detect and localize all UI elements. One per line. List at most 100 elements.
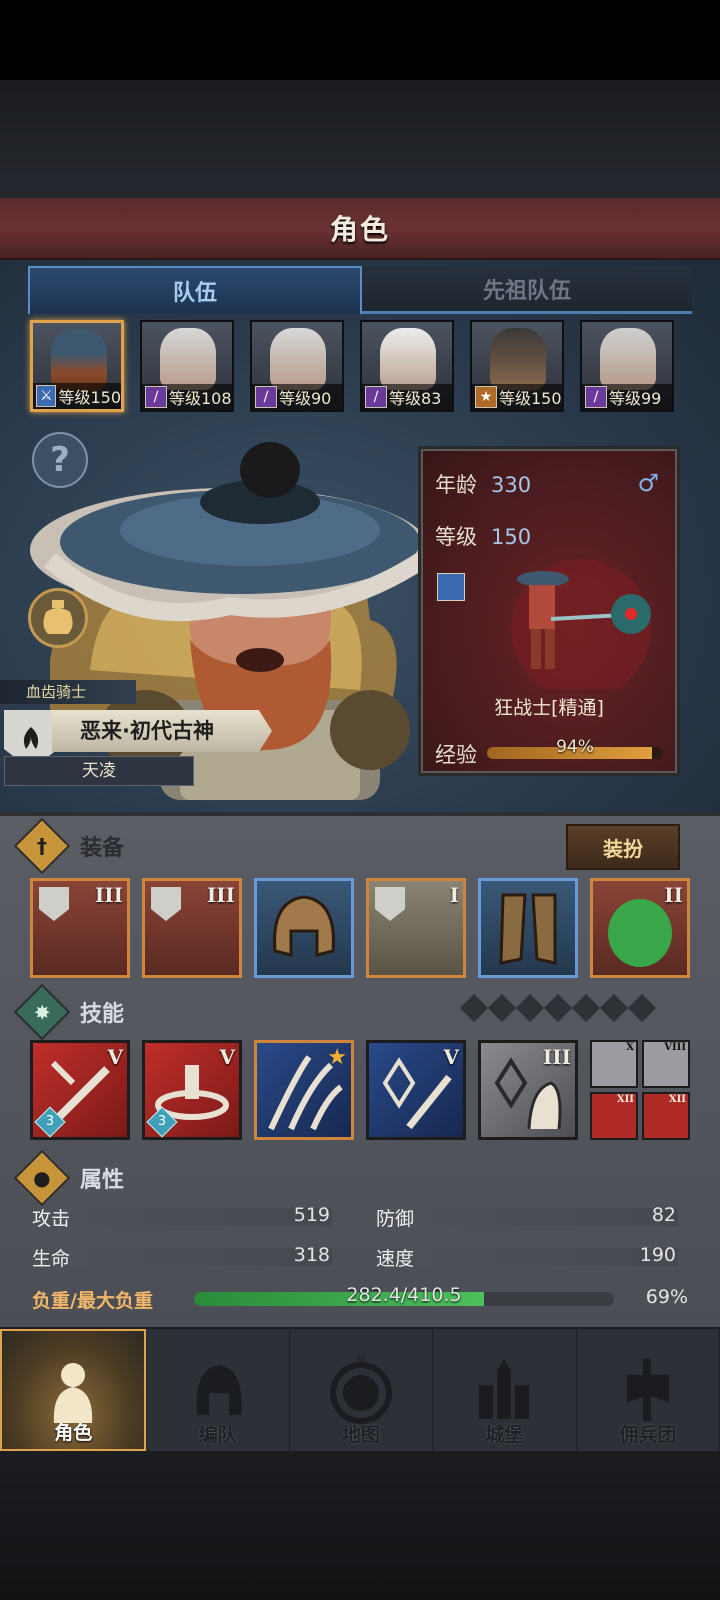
potion-button[interactable] (28, 588, 88, 648)
skill-tier: V (107, 1045, 123, 1069)
equip-tier: I (449, 883, 459, 907)
roster-slot[interactable]: ⚔ 等级150 (30, 320, 124, 412)
equipment-row: III III I II (30, 878, 690, 978)
compass-icon: N (330, 1355, 393, 1424)
shield-icon (39, 887, 69, 921)
nav-formation[interactable]: 编队 (146, 1329, 290, 1451)
nav-map[interactable]: N 地图 (290, 1329, 434, 1451)
class-name: 狂战士[精通] (494, 697, 604, 719)
equip-slot-accessory[interactable]: II (590, 878, 690, 978)
header-backdrop (0, 80, 720, 198)
attack-value: 519 (293, 1204, 330, 1226)
tab-ancestor-team[interactable]: 先祖队伍 (362, 266, 692, 314)
hp-label: 生命 (32, 1248, 71, 1270)
team-tabs: 队伍 先祖队伍 (28, 266, 692, 314)
roster-level: 等级108 (169, 389, 232, 408)
staff-class-icon: ∕ (145, 386, 167, 408)
skill-slot-dot (571, 993, 601, 1023)
hero-portrait (490, 328, 546, 390)
attributes-header: ● 属性 (13, 1149, 125, 1207)
sword-class-icon: ⚔ (36, 385, 57, 407)
staff-class-icon: ∕ (365, 386, 387, 408)
defense-label: 防御 (376, 1208, 415, 1230)
exp-percent: 94% (556, 737, 594, 757)
status-bar-area (0, 0, 720, 80)
passive-sword-a[interactable]: XII (590, 1092, 638, 1140)
hero-stats-card: 年龄 330 ♂ 等级 150 狂战士[精通] 经验 94% (418, 446, 680, 776)
staff-class-icon: ∕ (585, 386, 607, 408)
equip-slot-armor[interactable]: I (366, 878, 466, 978)
equip-tier: III (94, 883, 123, 907)
nav-character[interactable]: 角色 (0, 1329, 147, 1451)
defense-value: 82 (651, 1204, 676, 1226)
beast-class-icon: ★ (475, 386, 497, 408)
question-icon: ? (50, 440, 70, 480)
nav-castle[interactable]: 城堡 (433, 1329, 577, 1451)
castle-icon (479, 1359, 530, 1419)
male-icon: ♂ (637, 469, 659, 497)
skill-slot-dot (459, 993, 489, 1023)
help-button[interactable]: ? (32, 432, 88, 488)
skill-tier: V (443, 1045, 459, 1069)
skill-slot-dot (487, 993, 517, 1023)
exp-label: 经验 (435, 743, 477, 767)
equip-slot-helmet[interactable] (254, 878, 354, 978)
hero-portrait (270, 328, 326, 390)
skill-whirl[interactable]: V 3 (142, 1040, 242, 1140)
roster-slot[interactable]: ∕ 等级108 (140, 320, 234, 412)
tab-team[interactable]: 队伍 (28, 266, 362, 314)
roster-slot[interactable]: ∕ 等级99 (580, 320, 674, 412)
nav-mercenary[interactable]: 佣兵团 (577, 1329, 720, 1451)
skill-claws[interactable]: ★ (254, 1040, 354, 1140)
character-panel: 队伍 先祖队伍 ⚔ 等级150 ∕ 等级108 ∕ 等级90 ∕ 等级83 ★ 等级150… (0, 260, 720, 812)
age-value: 330 (491, 473, 532, 497)
roster-level: 等级150 (499, 389, 562, 408)
berserker-class-art (511, 559, 651, 689)
hero-portrait (380, 328, 436, 390)
equip-slot-boots[interactable] (478, 878, 578, 978)
equip-tier: III (206, 883, 235, 907)
skill-slot-dot (543, 993, 573, 1023)
skill-crystal-guard[interactable]: III (478, 1040, 578, 1140)
skills-title: 技能 (80, 1002, 125, 1027)
equip-slot-weapon[interactable]: III (30, 878, 130, 978)
roster-slot[interactable]: ★ 等级150 (470, 320, 564, 412)
roster: ⚔ 等级150 ∕ 等级108 ∕ 等级90 ∕ 等级83 ★ 等级150 ∕ 等级99 (30, 320, 690, 412)
speed-value: 190 (639, 1244, 676, 1266)
equip-slot-offhand[interactable]: III (142, 878, 242, 978)
page-title: 角色 (329, 213, 390, 246)
passive-shield[interactable]: X (590, 1040, 638, 1088)
skill-tier: V (219, 1045, 235, 1069)
svg-text:N: N (357, 1355, 364, 1366)
speed-label: 速度 (376, 1248, 415, 1270)
roster-slot[interactable]: ∕ 等级90 (250, 320, 344, 412)
equipment-header: † 装备 (13, 817, 124, 875)
banner-icon (626, 1359, 669, 1421)
staff-class-icon: ∕ (255, 386, 277, 408)
skill-slash[interactable]: V 3 (30, 1040, 130, 1140)
person-icon: ● (13, 1149, 71, 1207)
helmet-icon (273, 895, 335, 957)
level-label: 等级 (435, 525, 477, 549)
skill-slot-dot (515, 993, 545, 1023)
roster-level: 等级83 (389, 389, 442, 408)
dress-up-button[interactable]: 装扮 (566, 824, 680, 870)
passive-tier: XII (616, 1094, 634, 1105)
bottom-backdrop (0, 1451, 720, 1600)
skill-crystal-blade[interactable]: V (366, 1040, 466, 1140)
skill-slot-indicators (459, 993, 657, 1023)
passive-heal[interactable]: VIII (642, 1040, 690, 1088)
attributes-title: 属性 (80, 1168, 125, 1193)
passive-skills: X VIII XII XII (590, 1040, 690, 1140)
load-percent: 69% (645, 1286, 688, 1308)
passive-sword-b[interactable]: XII (642, 1092, 690, 1140)
skills-header: ✸ 技能 (13, 983, 125, 1041)
knight-icon (54, 1363, 93, 1423)
helmet-formation-icon (196, 1365, 242, 1415)
skill-slot-dot (599, 993, 629, 1023)
skill-slot-dot (627, 993, 657, 1023)
hero-title: 天凌 (4, 756, 194, 786)
hero-portrait (160, 328, 216, 390)
load-label: 负重/最大负重 (32, 1290, 153, 1312)
roster-slot[interactable]: ∕ 等级83 (360, 320, 454, 412)
